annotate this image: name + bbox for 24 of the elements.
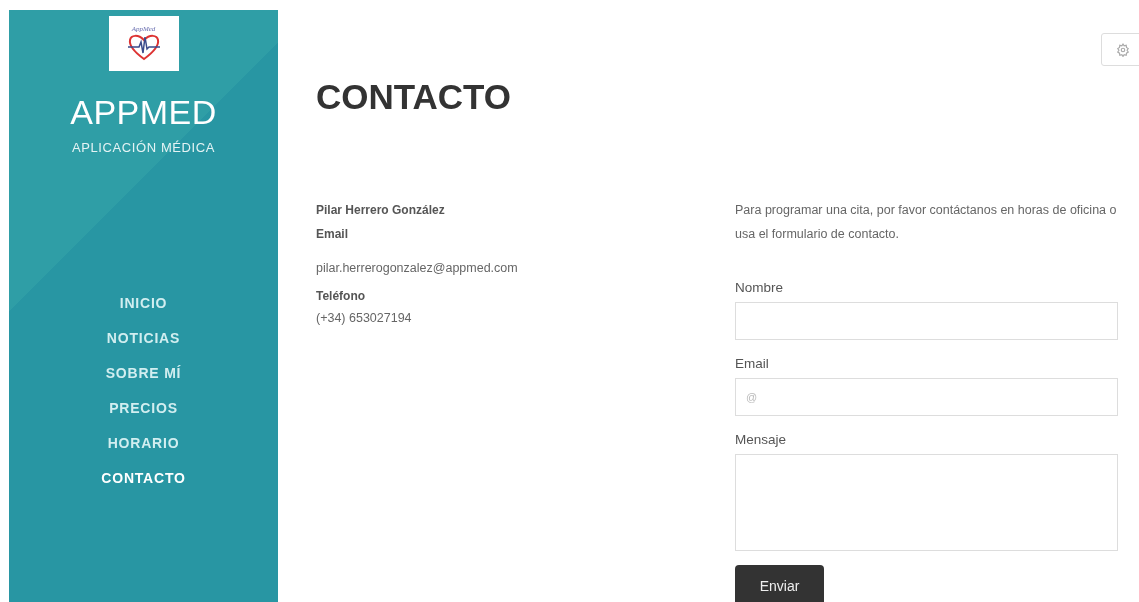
email-address: pilar.herrerogonzalez@appmed.com bbox=[316, 259, 519, 277]
brand-name: APPMED bbox=[70, 95, 217, 129]
nav-link[interactable]: PRECIOS bbox=[109, 399, 178, 418]
settings-button[interactable] bbox=[1101, 33, 1139, 66]
nav-link[interactable]: CONTACTO bbox=[101, 469, 186, 488]
send-button[interactable]: Enviar bbox=[735, 564, 824, 602]
field-label: Nombre bbox=[735, 278, 784, 297]
contact-name: Pilar Herrero González bbox=[316, 201, 446, 219]
phone-label: Teléfono bbox=[316, 287, 367, 305]
settings-icon bbox=[1116, 42, 1130, 57]
email-label: Email bbox=[316, 225, 349, 243]
field-label: Mensaje bbox=[735, 430, 788, 449]
input-field[interactable] bbox=[735, 301, 1118, 340]
page-title: CONTACTO bbox=[316, 78, 513, 117]
tagline: APLICACIÓN MÉDICA bbox=[71, 140, 216, 155]
nav-link[interactable]: INICIO bbox=[119, 294, 168, 313]
intro-text: Para programar una cita, por favor contáctanos en horas de oficina o usa el formulario de contacto. bbox=[735, 201, 1118, 243]
phone-number: (+34) 653027194 bbox=[316, 309, 413, 327]
message-field[interactable] bbox=[735, 453, 1118, 551]
nav-link[interactable]: NOTICIAS bbox=[106, 329, 181, 348]
nav-link[interactable]: HORARIO bbox=[107, 434, 180, 453]
nav-link[interactable]: SOBRE MÍ bbox=[105, 364, 182, 383]
input-field[interactable]: @ bbox=[735, 377, 1118, 416]
field-label: Email bbox=[735, 354, 770, 373]
